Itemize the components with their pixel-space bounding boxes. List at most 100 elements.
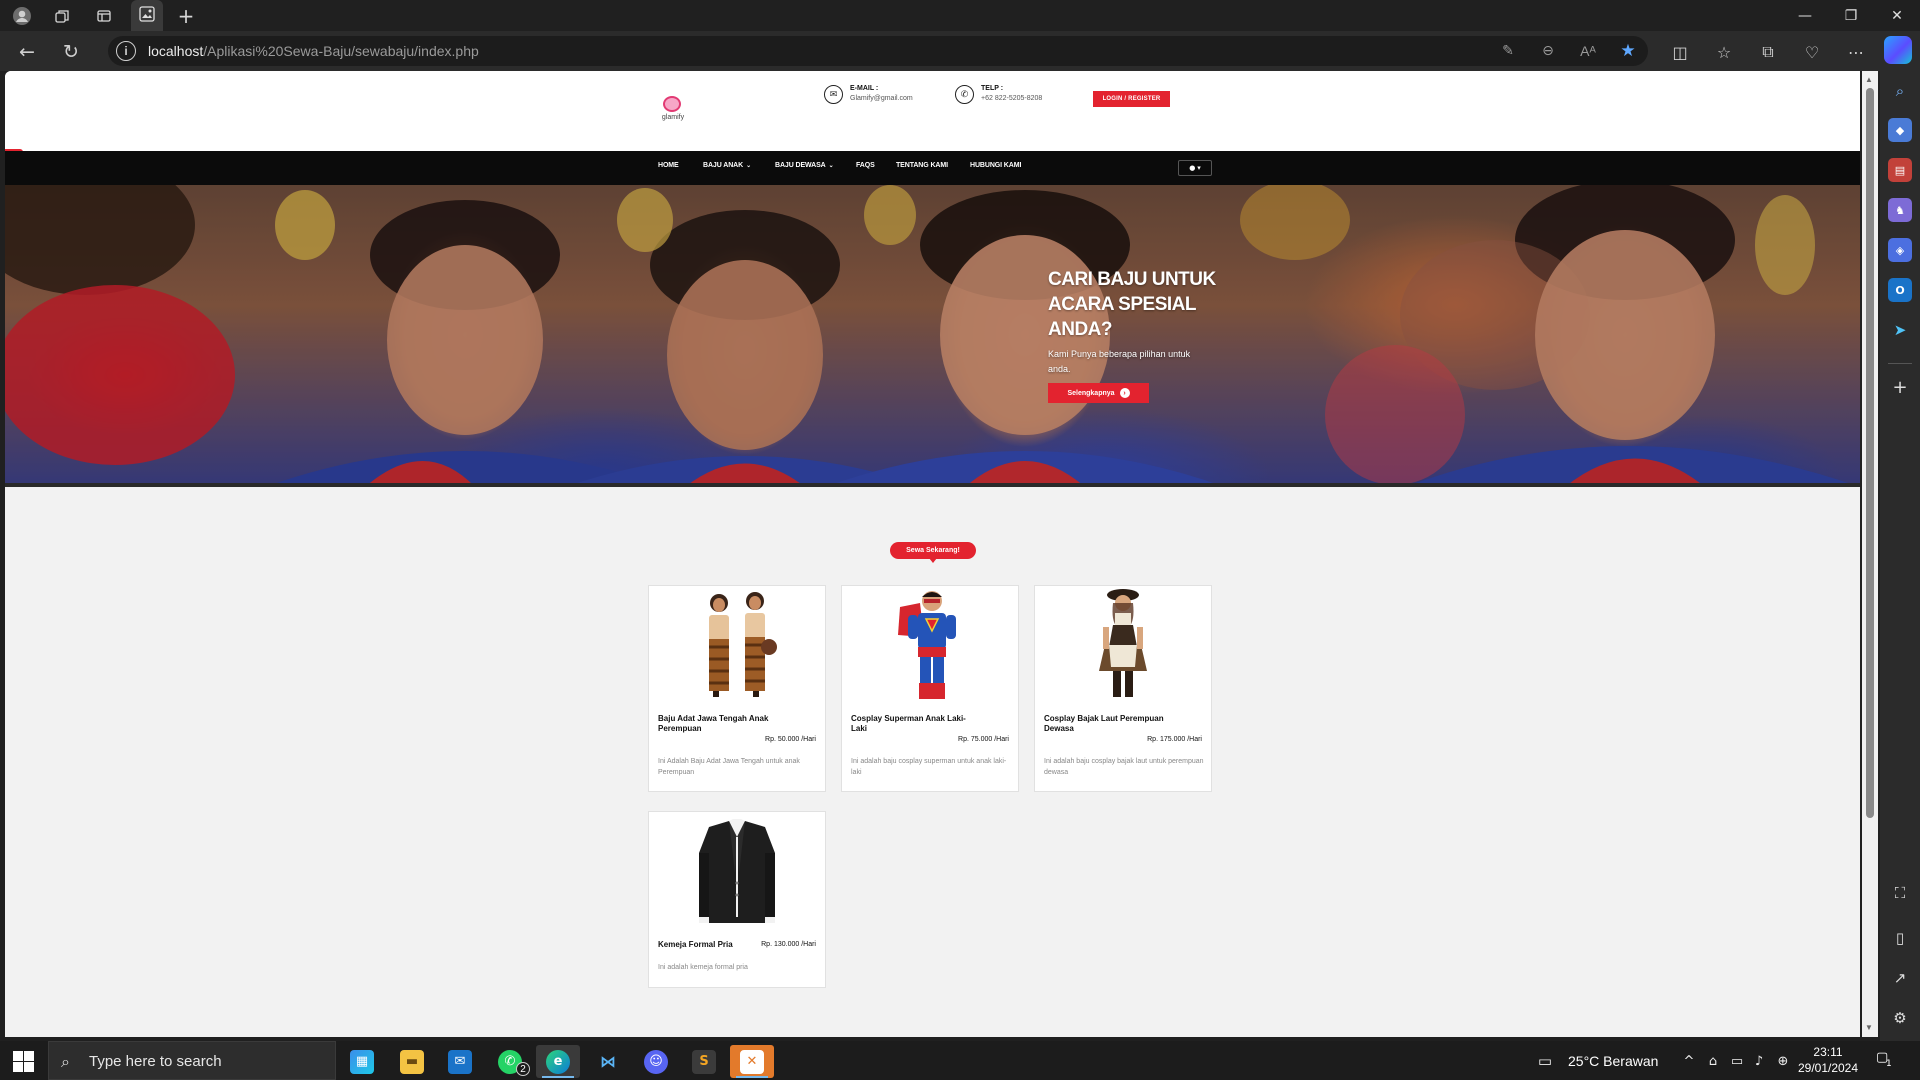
image-favicon-icon [139, 6, 155, 22]
logo-mascot-icon [663, 96, 681, 112]
screenshot-icon[interactable]: ⛶ [1888, 881, 1912, 905]
copilot-icon[interactable] [1884, 36, 1912, 64]
nav-item-hubungi-kami[interactable]: HUBUNGI KAMI [970, 162, 1021, 169]
page-scrollbar[interactable]: ▲ ▼ [1862, 71, 1878, 1037]
site-info-icon[interactable]: i [116, 41, 136, 61]
file-explorer-icon[interactable]: ▬ [390, 1045, 434, 1078]
address-url[interactable]: localhost/Aplikasi%20Sewa-Baju/sewabaju/… [148, 43, 479, 59]
weather-text[interactable]: 25°C Berawan [1568, 1041, 1658, 1080]
product-card[interactable]: Cosplay Superman Anak Laki-Laki Rp. 75.0… [841, 585, 1019, 792]
taskbar-search-box[interactable]: ⌕ Type here to search [48, 1041, 336, 1080]
restore-icon[interactable]: ❐ [1828, 2, 1874, 30]
back-icon[interactable]: ← [14, 39, 40, 65]
edge-browser-icon[interactable]: e [536, 1045, 580, 1078]
edit-icon[interactable]: ✎ [1498, 41, 1518, 61]
nav-item-baju-anak[interactable]: BAJU ANAK ⌄ [703, 162, 751, 169]
search-icon: ⌕ [61, 1052, 70, 1071]
taskbar-search-placeholder: Type here to search [89, 1053, 222, 1070]
active-tab[interactable] [131, 0, 163, 31]
notification-center-icon[interactable]: ▢ 1 [1876, 1050, 1898, 1070]
battery-icon[interactable]: ▭ [1728, 1052, 1746, 1070]
product-description: Ini adalah kemeja formal pria [658, 964, 748, 971]
hero-shade [5, 185, 1860, 487]
logo-text: glamify [661, 114, 685, 121]
xampp-icon[interactable]: ✕ [730, 1045, 774, 1078]
address-bar[interactable]: i localhost/Aplikasi%20Sewa-Baju/sewabaj… [108, 36, 1648, 66]
scroll-up-icon[interactable]: ▲ [1865, 75, 1873, 84]
learn-more-button[interactable]: Selengkapnya › [1048, 383, 1149, 403]
email-value: Glamify@gmail.com [850, 95, 913, 102]
url-host: localhost [148, 43, 204, 59]
whatsapp-icon[interactable]: ✆ 2 [488, 1045, 532, 1078]
more-icon[interactable]: ⋯ [1843, 39, 1869, 65]
m365-icon[interactable]: ◈ [1888, 238, 1912, 262]
workspaces-icon[interactable] [50, 4, 74, 28]
weather-icon[interactable]: ▭ [1536, 1052, 1554, 1070]
profile-icon[interactable] [10, 4, 34, 28]
nav-item-faqs[interactable]: FAQS [856, 162, 875, 169]
tab-actions-icon[interactable] [92, 4, 116, 28]
hide-sidebar-icon[interactable]: ▯ [1888, 926, 1912, 950]
user-icon: ● [1189, 164, 1196, 172]
nav-item-tentang-kami[interactable]: TENTANG KAMI [896, 162, 948, 169]
show-hidden-icons-icon[interactable]: ^ [1680, 1052, 1698, 1070]
product-name[interactable]: Cosplay Bajak Laut Perempuan Dewasa [1044, 714, 1164, 734]
product-name[interactable]: Kemeja Formal Pria [658, 940, 748, 950]
product-card[interactable]: Baju Adat Jawa Tengah Anak Perempuan Rp.… [648, 585, 826, 792]
zoom-out-icon[interactable]: ⊖ [1538, 41, 1558, 61]
meet-now-icon[interactable]: ⌂ [1704, 1052, 1722, 1070]
tools-briefcase-icon[interactable]: ▤ [1888, 158, 1912, 182]
notification-count: 1 [1886, 1059, 1892, 1069]
chevron-down-icon: ⌄ [828, 163, 834, 169]
collections-icon[interactable]: ⧉ [1755, 39, 1781, 65]
windows-start-icon[interactable] [8, 1049, 38, 1073]
refresh-icon[interactable]: ↻ [58, 39, 84, 65]
split-screen-icon[interactable]: ◫ [1667, 39, 1693, 65]
outlook-icon[interactable]: O [1888, 278, 1912, 302]
favorites-icon[interactable]: ☆ [1711, 39, 1737, 65]
scroll-down-icon[interactable]: ▼ [1865, 1023, 1873, 1032]
send-icon[interactable]: ➤ [1888, 318, 1912, 342]
site-logo[interactable]: glamify [656, 94, 690, 128]
shopping-tag-icon[interactable]: ◆ [1888, 118, 1912, 142]
product-name[interactable]: Baju Adat Jawa Tengah Anak Perempuan [658, 714, 778, 734]
nav-label: TENTANG KAMI [896, 162, 948, 169]
mail-icon[interactable]: ✉ [438, 1045, 482, 1078]
nav-label: BAJU ANAK [703, 162, 744, 169]
sidebar-settings-icon[interactable]: ⚙ [1888, 1006, 1912, 1030]
vscode-icon[interactable]: ⋈ [586, 1045, 630, 1078]
open-external-icon[interactable]: ↗ [1888, 966, 1912, 990]
login-register-button[interactable]: LOGIN / REGISTER [1093, 91, 1170, 107]
close-icon[interactable]: ✕ [1874, 2, 1920, 30]
read-aloud-icon[interactable]: Aᴬ [1578, 41, 1598, 61]
product-card[interactable]: Cosplay Bajak Laut Perempuan Dewasa Rp. … [1034, 585, 1212, 792]
discord-icon[interactable]: ☺ [634, 1045, 678, 1078]
edge-sidebar: ⌕ ◆ ▤ ♞ ◈ O ➤ + ⛶ ▯ ↗ ⚙ [1880, 71, 1920, 1041]
search-icon[interactable]: ⌕ [1888, 79, 1912, 103]
favorite-star-icon[interactable]: ★ [1618, 41, 1638, 61]
new-tab-icon[interactable]: + [174, 4, 198, 28]
minimize-icon[interactable]: — [1782, 2, 1828, 30]
product-image [649, 586, 825, 706]
product-card[interactable]: Kemeja Formal Pria Rp. 130.000 /Hari Ini… [648, 811, 826, 988]
microsoft-store-icon[interactable]: ▦ [340, 1045, 384, 1078]
arrow-right-icon: › [1119, 388, 1130, 398]
product-price: Rp. 50.000 /Hari [765, 736, 816, 743]
clock-date: 29/01/2024 [1797, 1061, 1859, 1075]
email-label: E-MAIL : [850, 85, 879, 92]
scroll-thumb[interactable] [1866, 88, 1874, 818]
add-sidebar-app-icon[interactable]: + [1888, 375, 1912, 399]
sublime-text-icon[interactable]: S [682, 1045, 726, 1078]
nav-item-home[interactable]: HOME [658, 162, 679, 169]
product-image [649, 812, 825, 932]
browser-essentials-icon[interactable]: ♡ [1799, 39, 1825, 65]
product-name[interactable]: Cosplay Superman Anak Laki-Laki [851, 714, 971, 734]
user-menu-dropdown[interactable]: ● ▾ [1178, 160, 1212, 176]
network-icon[interactable]: ⊕ [1774, 1052, 1792, 1070]
phone-icon: ✆ [955, 85, 974, 104]
nav-item-baju-dewasa[interactable]: BAJU DEWASA ⌄ [775, 162, 834, 169]
games-icon[interactable]: ♞ [1888, 198, 1912, 222]
product-price: Rp. 175.000 /Hari [1147, 736, 1202, 743]
taskbar-clock[interactable]: 23:11 29/01/2024 [1796, 1044, 1860, 1076]
volume-icon[interactable]: ♪ [1750, 1052, 1768, 1070]
